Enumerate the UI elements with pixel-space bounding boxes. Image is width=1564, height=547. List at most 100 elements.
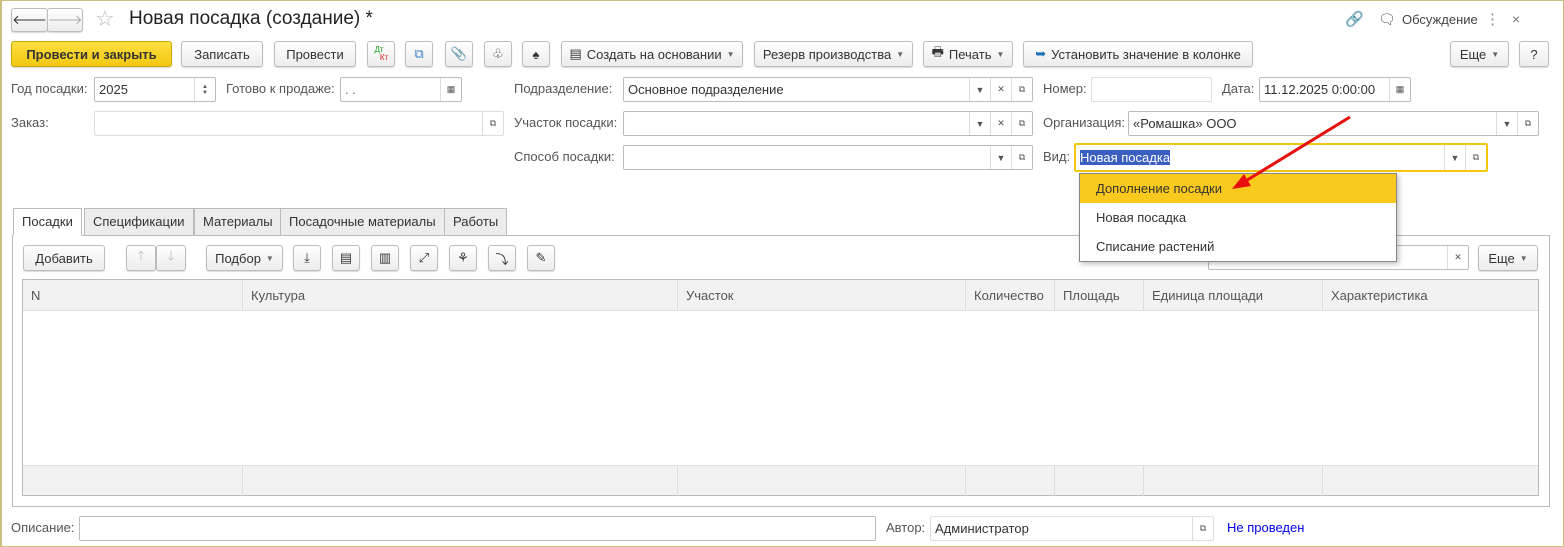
calculator-button[interactable]: ▤ (332, 245, 360, 271)
close-icon[interactable]: × (1512, 11, 1520, 27)
create-based-label: Создать на основании (586, 46, 722, 62)
resize-button[interactable]: ⤢ (410, 245, 438, 271)
col-area-unit[interactable]: Единица площади (1144, 280, 1323, 311)
col-area[interactable]: Площадь (1055, 280, 1144, 311)
structure-button[interactable]: ⧉ (405, 41, 433, 67)
col-quantity[interactable]: Количество (966, 280, 1055, 311)
open-icon[interactable]: ⧉ (1192, 517, 1213, 540)
spinner-icon[interactable]: ▲ ▼ (194, 78, 215, 101)
back-button[interactable]: 🡐 (11, 8, 48, 32)
print-button[interactable]: 🖶 Печать ▼ (923, 41, 1013, 67)
col-characteristic[interactable]: Характеристика (1323, 280, 1538, 311)
pick-button[interactable]: Подбор ▼ (206, 245, 283, 271)
production-reserve-button[interactable]: Резерв производства ▼ (754, 41, 913, 67)
date-value: 11.12.2025 0:00:00 (1264, 82, 1376, 97)
discussion-link[interactable]: Обсуждение (1402, 12, 1478, 27)
load-icon: ⤵ (495, 251, 509, 267)
col-culture[interactable]: Культура (243, 280, 678, 311)
plot-label: Участок посадки: (514, 115, 618, 130)
tab-plantings[interactable]: Посадки (13, 208, 82, 236)
table-footer (23, 465, 1538, 496)
author-field[interactable]: Администратор ⧉ (930, 516, 1214, 541)
fill-button[interactable]: ⤓ (293, 245, 321, 271)
clear-icon[interactable]: ✕ (1447, 246, 1468, 269)
division-field[interactable]: Основное подразделение ▼ ✕ ⧉ (623, 77, 1033, 102)
col-plot[interactable]: Участок (678, 280, 966, 311)
attach-button[interactable]: 📎 (445, 41, 473, 67)
method-field[interactable]: ▼ ⧉ (623, 145, 1033, 170)
number-field[interactable] (1091, 77, 1212, 102)
calendar-icon[interactable]: ▦ (440, 78, 461, 101)
plant-button[interactable]: ♧ (484, 41, 512, 67)
move-up-button[interactable]: 🡑 (126, 245, 156, 271)
table-more-button[interactable]: Еще ▼ (1478, 245, 1538, 271)
year-field[interactable]: 2025 ▲ ▼ (94, 77, 216, 102)
barcode-search-button[interactable]: ▥ (371, 245, 399, 271)
open-icon[interactable]: ⧉ (482, 112, 503, 135)
help-button[interactable]: ? (1519, 41, 1549, 67)
clear-icon[interactable]: ✕ (990, 78, 1011, 101)
favorite-star-icon[interactable]: ☆ (95, 6, 115, 32)
dropdown-icon[interactable]: ▼ (969, 112, 990, 135)
seedling-button[interactable]: ⚘ (449, 245, 477, 271)
method-label: Способ посадки: (514, 149, 615, 164)
save-button[interactable]: Записать (181, 41, 263, 67)
dropdown-icon[interactable]: ▼ (969, 78, 990, 101)
dropdown-option[interactable]: Новая посадка (1080, 203, 1396, 232)
open-icon[interactable]: ⧉ (1011, 112, 1032, 135)
year-label: Год посадки: (11, 81, 88, 96)
more-button[interactable]: Еще ▼ (1450, 41, 1509, 67)
more-label: Еще (1459, 46, 1487, 62)
open-icon[interactable]: ⧉ (1011, 146, 1032, 169)
documents-icon: ▤ (569, 46, 582, 61)
clear-icon[interactable]: ✕ (990, 112, 1011, 135)
expand-icon: ⤢ (418, 250, 430, 265)
tab-materials[interactable]: Материалы (194, 208, 282, 236)
organization-field[interactable]: «Ромашка» ООО ▼ ⧉ (1128, 111, 1539, 136)
number-label: Номер: (1043, 81, 1087, 96)
post-and-close-button[interactable]: Провести и закрыть (11, 41, 172, 67)
description-field[interactable] (79, 516, 876, 541)
dropdown-option[interactable]: Списание растений (1080, 232, 1396, 261)
set-column-value-button[interactable]: ➥ Установить значение в колонке (1023, 41, 1253, 67)
tab-specifications[interactable]: Спецификации (84, 208, 194, 236)
add-button[interactable]: Добавить (23, 245, 105, 271)
move-down-button[interactable]: 🡓 (156, 245, 186, 271)
printer-icon: 🖶 (931, 44, 944, 59)
open-icon[interactable]: ⧉ (1517, 112, 1538, 135)
link-icon[interactable]: 🔗 (1345, 10, 1364, 28)
posting-status-link[interactable]: Не проведен (1227, 516, 1304, 540)
open-icon[interactable]: ⧉ (1011, 78, 1032, 101)
date-field[interactable]: 11.12.2025 0:00:00 ▦ (1259, 77, 1411, 102)
load-button[interactable]: ⤵ (488, 245, 516, 271)
create-based-on-button[interactable]: ▤ Создать на основании ▼ (561, 41, 743, 67)
dt-kt-button[interactable]: Дт Кт (367, 41, 395, 67)
kind-field[interactable]: Новая посадка ▼ ⧉ (1074, 143, 1488, 172)
open-icon[interactable]: ⧉ (1465, 145, 1486, 170)
plot-field[interactable]: ▼ ✕ ⧉ (623, 111, 1033, 136)
dropdown-option[interactable]: Дополнение посадки (1080, 174, 1396, 203)
paperclip-icon: 📎 (450, 46, 468, 61)
more-menu-icon[interactable]: ⋮ (1485, 10, 1500, 28)
dropdown-icon[interactable]: ▼ (1444, 145, 1465, 170)
dropdown-icon[interactable]: ▼ (990, 146, 1011, 169)
abacus-icon: ▤ (339, 250, 353, 265)
dropdown-icon[interactable]: ▼ (1496, 112, 1517, 135)
order-field[interactable]: ⧉ (94, 111, 504, 136)
calendar-icon[interactable]: ▦ (1389, 78, 1410, 101)
tab-planting-materials[interactable]: Посадочные материалы (280, 208, 445, 236)
post-button[interactable]: Провести (274, 41, 356, 67)
kt-label: Кт (379, 53, 389, 62)
forward-button[interactable]: 🡒 (47, 8, 83, 32)
ready-date-field[interactable]: . . ▦ (340, 77, 462, 102)
tab-works[interactable]: Работы (444, 208, 508, 236)
edit-button[interactable]: ✎ (527, 245, 555, 271)
col-n[interactable]: N (23, 280, 243, 311)
division-label: Подразделение: (514, 81, 613, 96)
trees-button[interactable]: ♠ (522, 41, 550, 67)
caret-down-icon: ▼ (1519, 253, 1528, 263)
pick-label: Подбор (215, 250, 261, 266)
discussion-icon: 🗨 (1378, 11, 1396, 27)
print-label: Печать (948, 46, 992, 62)
plantings-table[interactable]: N Культура Участок Количество Площадь Ед… (22, 279, 1539, 496)
